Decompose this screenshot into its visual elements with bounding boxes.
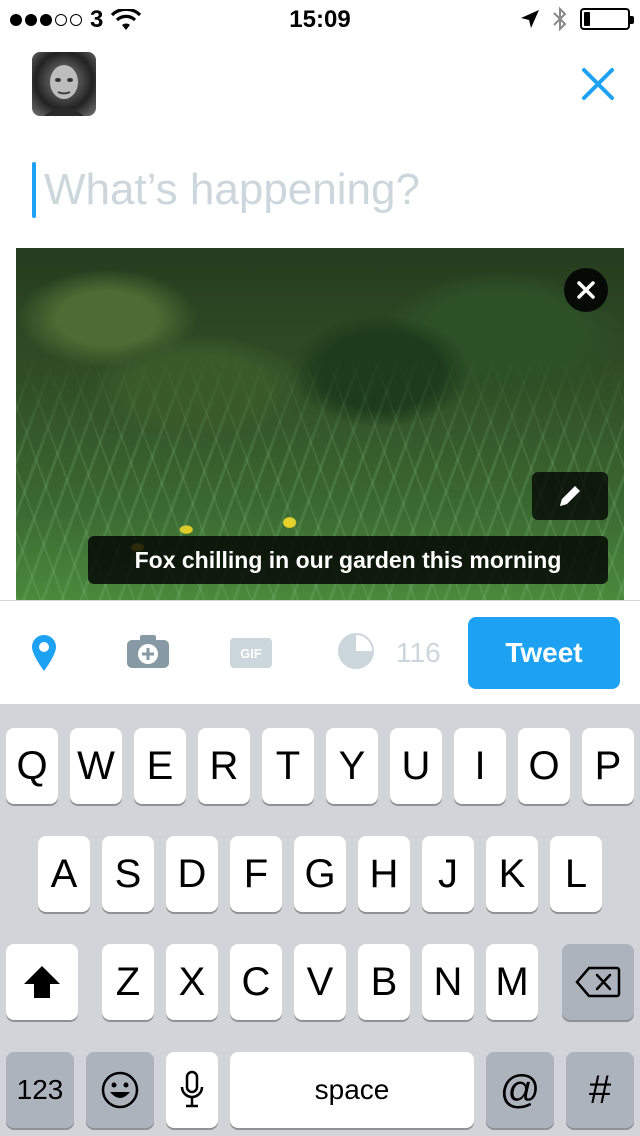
camera-icon <box>127 635 169 668</box>
key-k[interactable]: K <box>486 836 538 912</box>
emoji-key[interactable] <box>86 1052 154 1128</box>
backspace-icon <box>575 966 621 998</box>
key-n[interactable]: N <box>422 944 474 1020</box>
remove-photo-button[interactable] <box>564 268 608 312</box>
gif-button[interactable]: GIF <box>228 635 274 671</box>
key-b[interactable]: B <box>358 944 410 1020</box>
close-icon <box>577 281 595 299</box>
close-icon <box>582 68 614 100</box>
compose-toolbar: GIF 116 Tweet <box>0 600 640 704</box>
microphone-icon <box>180 1070 204 1108</box>
character-counter-ring <box>336 631 376 671</box>
pencil-icon <box>560 486 580 506</box>
status-bar: 3 15:09 <box>0 0 640 40</box>
key-e[interactable]: E <box>134 728 186 804</box>
key-t[interactable]: T <box>262 728 314 804</box>
numbers-key[interactable]: 123 <box>6 1052 74 1128</box>
key-h[interactable]: H <box>358 836 410 912</box>
keyboard: Q W E R T Y U I O P A S D F G H J K L Z … <box>0 704 640 1136</box>
tweet-text-input[interactable] <box>44 165 584 215</box>
battery-level <box>584 12 590 26</box>
backspace-key[interactable] <box>562 944 634 1020</box>
key-j[interactable]: J <box>422 836 474 912</box>
key-v[interactable]: V <box>294 944 346 1020</box>
space-key[interactable]: space <box>230 1052 474 1128</box>
key-d[interactable]: D <box>166 836 218 912</box>
key-p[interactable]: P <box>582 728 634 804</box>
text-cursor <box>32 162 36 218</box>
key-m[interactable]: M <box>486 944 538 1020</box>
key-c[interactable]: C <box>230 944 282 1020</box>
key-f[interactable]: F <box>230 836 282 912</box>
status-indicators <box>520 6 634 32</box>
remaining-characters: 116 <box>396 637 441 668</box>
battery-icon <box>580 8 634 30</box>
svg-text:GIF: GIF <box>240 646 262 661</box>
key-s[interactable]: S <box>102 836 154 912</box>
key-r[interactable]: R <box>198 728 250 804</box>
close-button[interactable] <box>578 64 618 104</box>
bluetooth-icon <box>553 6 567 32</box>
key-a[interactable]: A <box>38 836 90 912</box>
key-l[interactable]: L <box>550 836 602 912</box>
counter-ring-icon <box>338 633 374 669</box>
compose-area <box>32 160 612 220</box>
key-u[interactable]: U <box>390 728 442 804</box>
shift-arrow-icon <box>24 966 60 998</box>
key-y[interactable]: Y <box>326 728 378 804</box>
edit-photo-button[interactable] <box>532 472 608 520</box>
shift-key[interactable] <box>6 944 78 1020</box>
camera-button[interactable] <box>124 631 172 671</box>
tweet-button[interactable]: Tweet <box>468 617 620 689</box>
key-o[interactable]: O <box>518 728 570 804</box>
gif-icon: GIF <box>230 638 272 668</box>
hash-key[interactable]: # <box>566 1052 634 1128</box>
key-q[interactable]: Q <box>6 728 58 804</box>
attached-photo[interactable]: Fox chilling in our garden this morning <box>16 248 624 600</box>
key-z[interactable]: Z <box>102 944 154 1020</box>
location-arrow-icon <box>521 10 539 28</box>
user-avatar[interactable] <box>32 52 96 116</box>
location-icon <box>32 635 56 671</box>
key-i[interactable]: I <box>454 728 506 804</box>
dictation-key[interactable] <box>166 1052 218 1128</box>
key-w[interactable]: W <box>70 728 122 804</box>
key-g[interactable]: G <box>294 836 346 912</box>
photo-caption: Fox chilling in our garden this morning <box>88 536 608 584</box>
at-key[interactable]: @ <box>486 1052 554 1128</box>
location-button[interactable] <box>28 631 60 675</box>
key-x[interactable]: X <box>166 944 218 1020</box>
emoji-icon <box>101 1071 139 1109</box>
